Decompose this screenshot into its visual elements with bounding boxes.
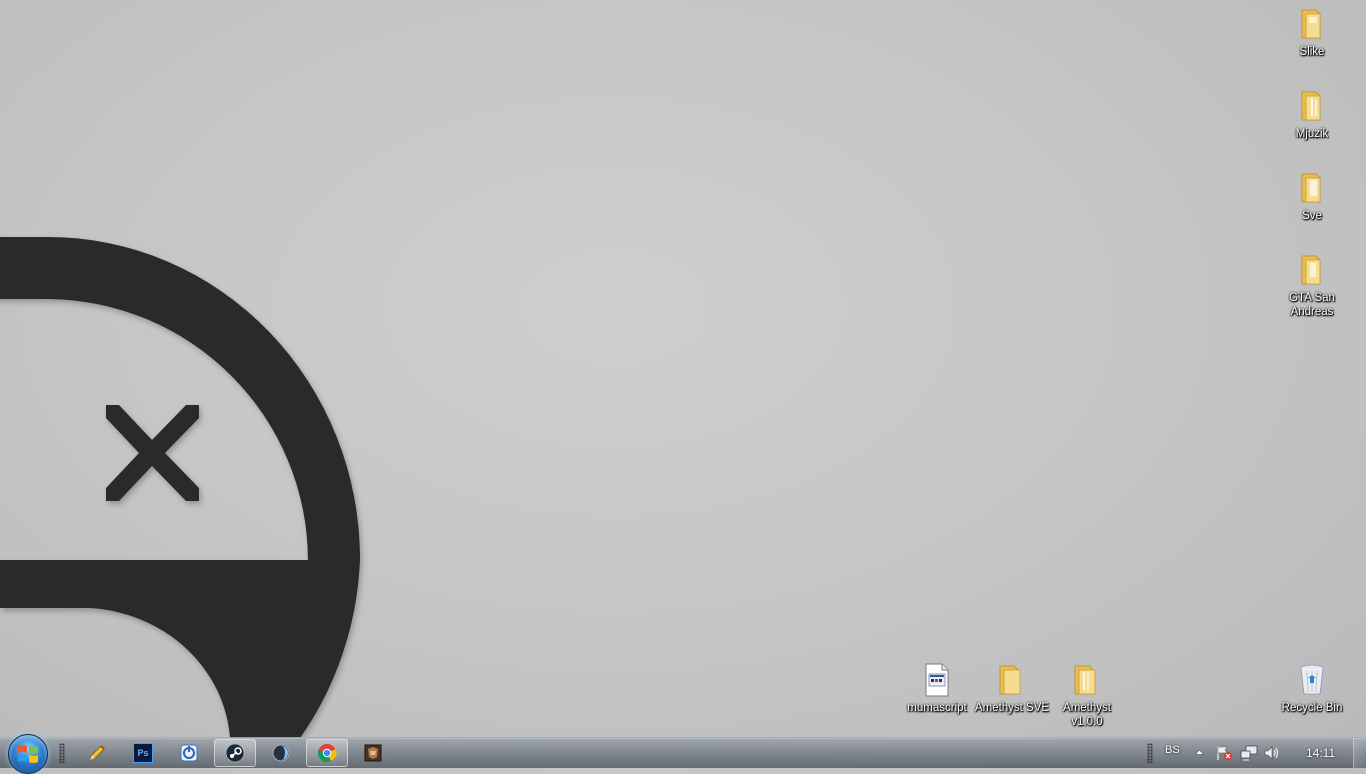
desktop-icon-label: Mjuzik bbox=[1295, 128, 1329, 140]
desktop-icon-amethyst-v100[interactable]: Amethyst v1.0.0 bbox=[1049, 662, 1125, 729]
desktop-icon-recycle-bin[interactable]: Recycle Bin bbox=[1274, 662, 1350, 715]
taskbar-button-uplay[interactable] bbox=[168, 739, 210, 767]
desktop-icon-label: GTA San Andreas bbox=[1289, 292, 1335, 318]
taskbar-button-game[interactable] bbox=[352, 739, 394, 767]
script-file-icon bbox=[925, 663, 949, 697]
desktop-icon-label: Sve bbox=[1302, 210, 1322, 222]
folder-icon bbox=[1301, 9, 1321, 39]
steam-icon bbox=[225, 743, 245, 763]
circle-app-icon bbox=[272, 744, 290, 762]
action-center-flag-icon[interactable] bbox=[1215, 745, 1233, 761]
taskbar-button-steam[interactable] bbox=[214, 739, 256, 767]
clock[interactable]: 14:11 bbox=[1306, 746, 1335, 760]
recycle-bin-icon bbox=[1300, 664, 1324, 695]
folder-icon bbox=[1301, 91, 1321, 121]
chevron-up-icon[interactable] bbox=[1195, 749, 1204, 755]
folder-icon bbox=[1074, 665, 1096, 695]
show-desktop-button[interactable] bbox=[1353, 738, 1366, 768]
desktop-icon-label: Recycle Bin bbox=[1281, 702, 1343, 714]
desktop-icon-label: Slike bbox=[1299, 46, 1325, 58]
photoshop-icon-text: Ps bbox=[137, 748, 149, 758]
desktop-icon-label: mumascript bbox=[907, 702, 967, 714]
photoshop-icon: Ps bbox=[133, 743, 153, 763]
wallpaper-graphic bbox=[0, 237, 361, 738]
language-indicator[interactable]: BS bbox=[1165, 744, 1180, 756]
taskbar-button-pencil[interactable] bbox=[76, 739, 118, 767]
folder-icon bbox=[1301, 173, 1321, 203]
pencil-icon bbox=[89, 745, 105, 761]
volume-icon[interactable] bbox=[1264, 745, 1280, 761]
taskbar-grip[interactable] bbox=[59, 743, 65, 763]
desktop-icon-amethyst-sve[interactable]: Amethyst SVE bbox=[974, 662, 1050, 715]
desktop-icon-mjuzik[interactable]: Mjuzik bbox=[1274, 88, 1350, 141]
chrome-icon bbox=[318, 744, 337, 762]
folder-icon bbox=[1301, 255, 1321, 285]
tray-grip[interactable] bbox=[1147, 743, 1153, 763]
start-button[interactable] bbox=[8, 734, 48, 774]
taskbar: Ps BS 14:11 bbox=[0, 734, 1366, 774]
desktop-icon-sve[interactable]: Sve bbox=[1274, 170, 1350, 223]
desktop-icon-label: Amethyst SVE bbox=[974, 702, 1050, 714]
desktop-icon-slike[interactable]: Slike bbox=[1274, 6, 1350, 59]
taskbar-button-chrome[interactable] bbox=[306, 739, 348, 767]
desktop-icon-gta-san-andreas[interactable]: GTA San Andreas bbox=[1274, 252, 1350, 319]
desktop-icon-mumascript[interactable]: mumascript bbox=[899, 662, 975, 715]
network-icon[interactable] bbox=[1240, 745, 1258, 761]
uplay-icon bbox=[180, 744, 198, 762]
folder-icon bbox=[999, 665, 1021, 695]
game-icon bbox=[364, 744, 382, 762]
taskbar-button-app[interactable] bbox=[260, 739, 302, 767]
windows-logo-icon bbox=[18, 745, 38, 763]
desktop-icon-label: Amethyst v1.0.0 bbox=[1063, 702, 1111, 728]
taskbar-button-photoshop[interactable]: Ps bbox=[122, 739, 164, 767]
